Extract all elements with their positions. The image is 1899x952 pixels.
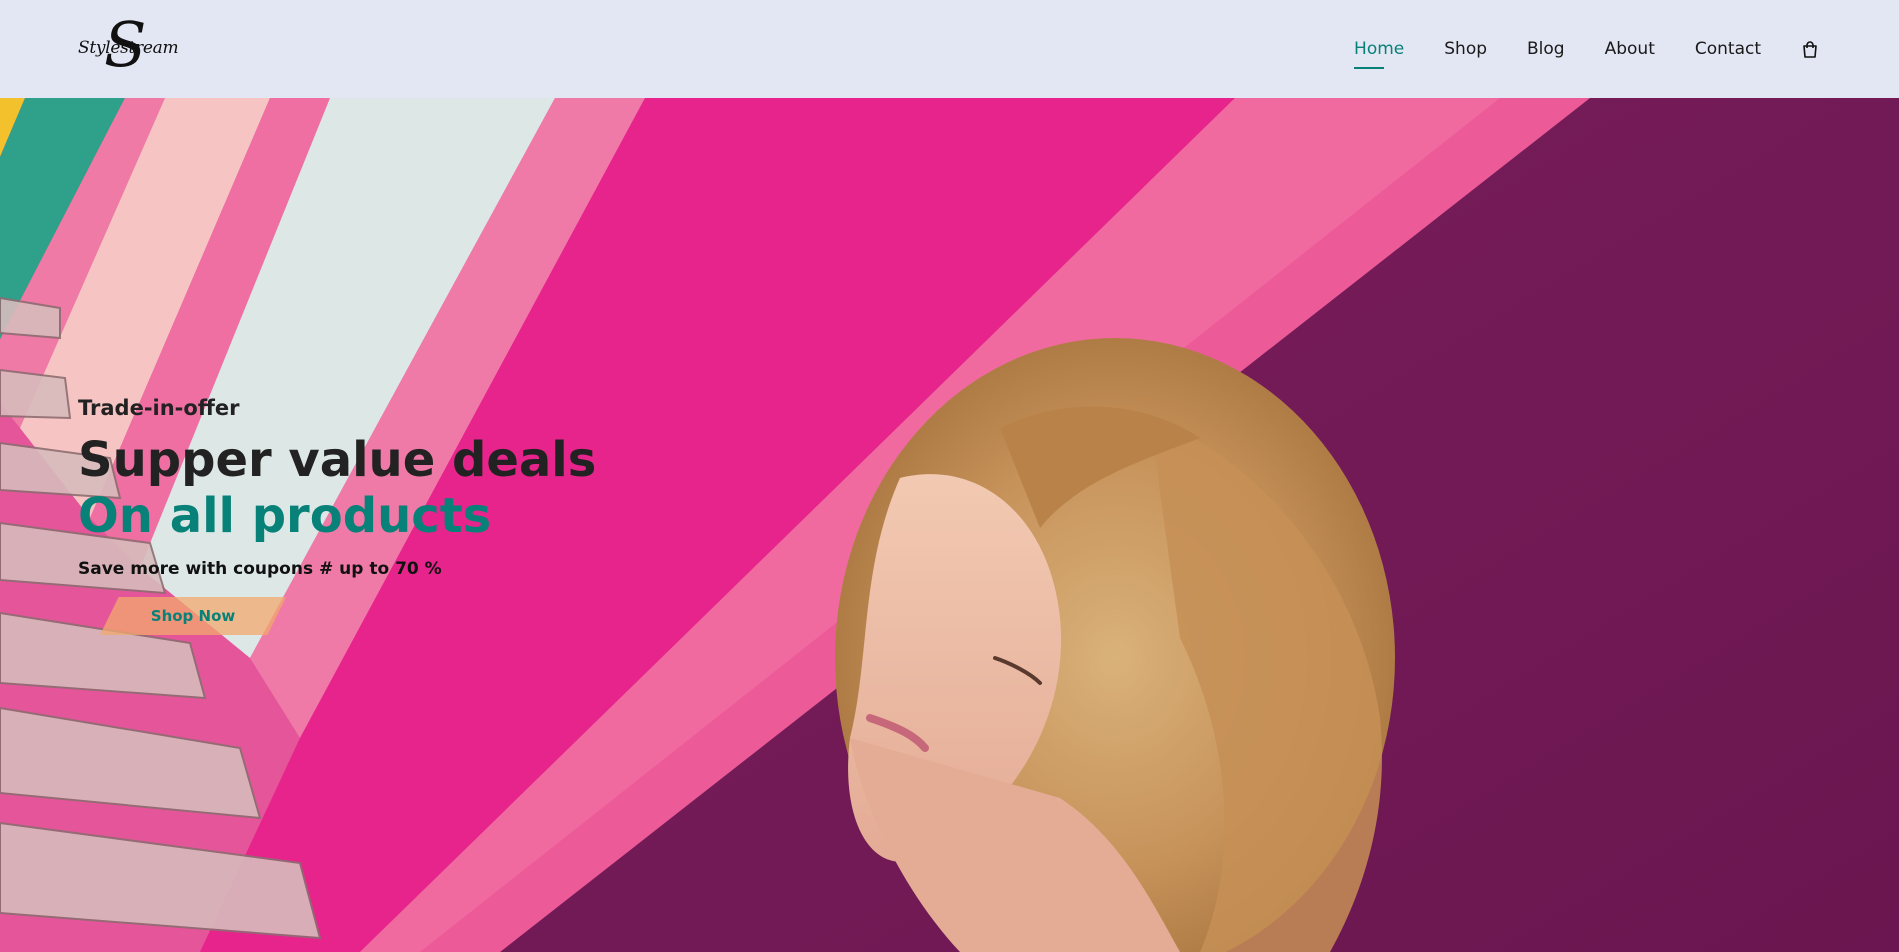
nav-link-blog[interactable]: Blog xyxy=(1527,33,1565,65)
hero-eyebrow: Trade-in-offer xyxy=(78,396,240,420)
nav-link-home[interactable]: Home xyxy=(1354,33,1404,69)
hero-title: Supper value deals xyxy=(78,432,597,488)
nav-link-shop[interactable]: Shop xyxy=(1444,33,1487,65)
main-navigation: Home Shop Blog About Contact xyxy=(1354,33,1819,69)
site-header: S Stylestream Home Shop Blog About Conta… xyxy=(0,0,1899,98)
logo-wordmark: Stylestream xyxy=(78,38,179,58)
hero-title-accent: On all products xyxy=(78,488,492,544)
shopping-bag-icon[interactable] xyxy=(1801,40,1819,58)
shop-now-button[interactable]: Shop Now xyxy=(100,597,286,635)
nav-link-contact[interactable]: Contact xyxy=(1695,33,1761,65)
hero-banner: Trade-in-offer Supper value deals On all… xyxy=(0,98,1899,952)
hero-content: Trade-in-offer Supper value deals On all… xyxy=(78,396,596,635)
brand-logo[interactable]: S Stylestream xyxy=(78,14,179,80)
nav-link-about[interactable]: About xyxy=(1605,33,1655,65)
hero-subtitle: Save more with coupons # up to 70 % xyxy=(78,559,442,579)
